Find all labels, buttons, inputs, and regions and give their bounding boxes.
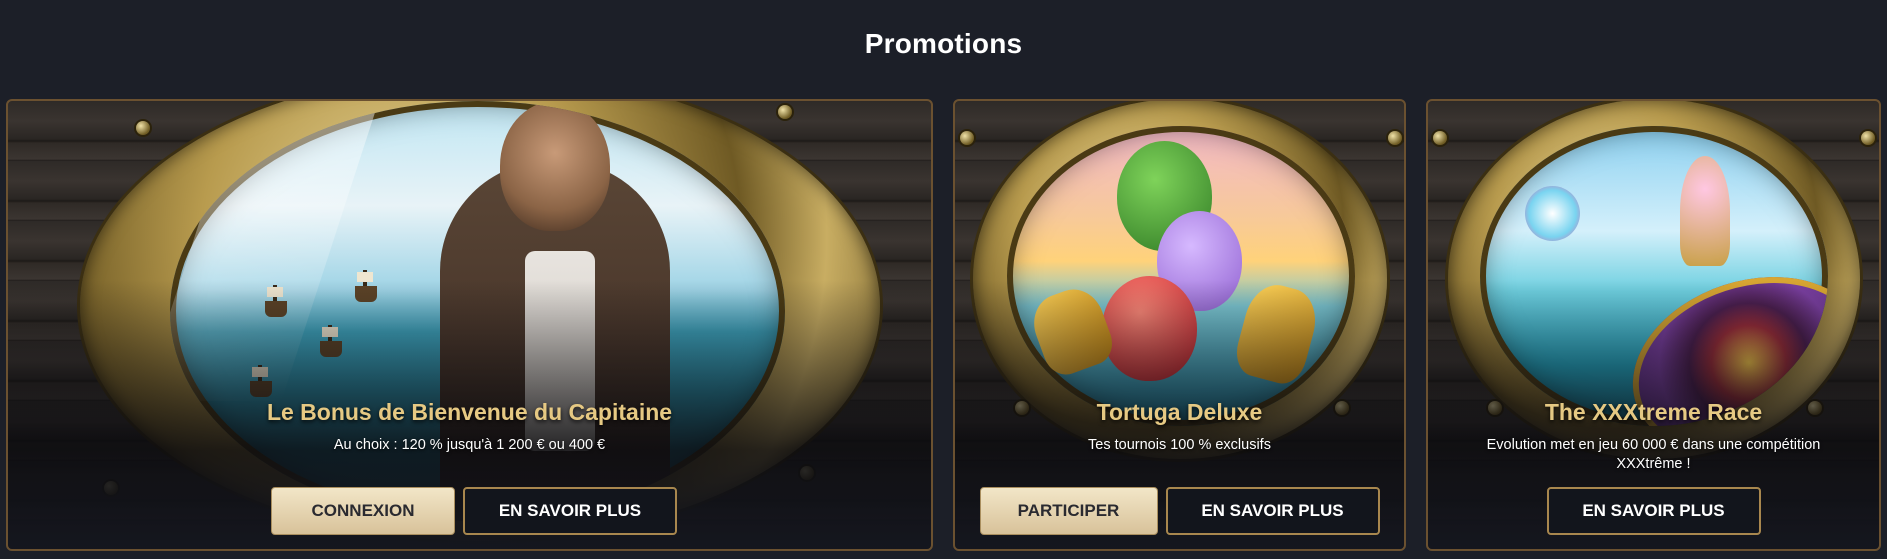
promo-description: Evolution met en jeu 60 000 € dans une c… (1486, 437, 1821, 472)
promo-card-welcome-bonus: Le Bonus de Bienvenue du Capitaine Au ch… (6, 99, 933, 551)
promo-title: Tortuga Deluxe (1096, 399, 1263, 425)
section-title: Promotions (864, 28, 1023, 59)
login-button[interactable]: CONNEXION (271, 487, 455, 535)
participate-button[interactable]: PARTICIPER (979, 487, 1158, 535)
promo-description: Tes tournois 100 % exclusifs (1088, 437, 1271, 453)
promo-title: Le Bonus de Bienvenue du Capitaine (266, 399, 673, 425)
promo-card-tortuga-deluxe: Tortuga Deluxe Tes tournois 100 % exclus… (953, 99, 1406, 551)
learn-more-button[interactable]: EN SAVOIR PLUS (1165, 487, 1380, 535)
learn-more-button[interactable]: EN SAVOIR PLUS (463, 487, 677, 535)
promo-description: Au choix : 120 % jusqu'à 1 200 € ou 400 … (333, 437, 606, 453)
promo-card-xxxtreme-race: The XXXtreme Race Evolution met en jeu 6… (1426, 99, 1881, 551)
promo-title: The XXXtreme Race (1544, 399, 1763, 425)
learn-more-button[interactable]: EN SAVOIR PLUS (1546, 487, 1761, 535)
